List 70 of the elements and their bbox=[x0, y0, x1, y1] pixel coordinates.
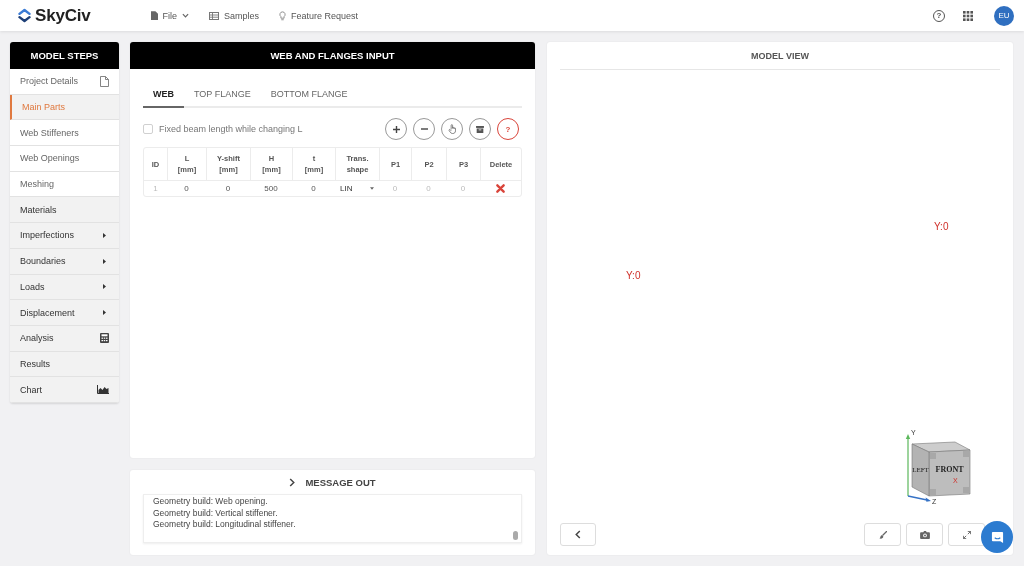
table-cell-text: 1 bbox=[152, 183, 159, 195]
archive-button[interactable] bbox=[469, 118, 491, 140]
area-chart-icon bbox=[97, 385, 109, 395]
y-axis-arrow bbox=[905, 434, 911, 497]
sidebar-item[interactable]: Project Details bbox=[10, 69, 119, 95]
view-cube-drawing[interactable] bbox=[911, 441, 971, 497]
sidebar-item[interactable]: Imperfections bbox=[10, 223, 119, 249]
tab[interactable]: BOTTOM FLANGE bbox=[260, 83, 358, 108]
minus-icon bbox=[420, 128, 428, 130]
caret-icon bbox=[370, 187, 374, 190]
sidebar-item[interactable]: Loads bbox=[10, 274, 119, 301]
log-line: Geometry build: Vertical stiffener. bbox=[153, 507, 279, 519]
sidebar-item[interactable]: Displacement bbox=[10, 300, 119, 326]
file-menu-button[interactable]: File bbox=[150, 10, 190, 21]
samples-link[interactable]: Samples bbox=[209, 10, 260, 21]
scrollbar-thumb[interactable] bbox=[513, 531, 518, 540]
shape-select[interactable]: LIN bbox=[339, 184, 375, 193]
checkbox-label: Fixed beam length while changing L bbox=[159, 124, 303, 134]
screenshot-button[interactable] bbox=[906, 523, 943, 546]
sidebar-item[interactable]: Meshing bbox=[10, 171, 119, 198]
sidebar-item[interactable]: Web Openings bbox=[10, 146, 119, 172]
chevron-left-icon bbox=[575, 530, 581, 539]
file-icon bbox=[150, 11, 158, 20]
table-icon bbox=[209, 11, 220, 20]
file-icon bbox=[100, 75, 109, 87]
log-line: Geometry build: Web opening. bbox=[153, 496, 269, 508]
sidebar-item[interactable]: Chart bbox=[10, 377, 119, 403]
camera-icon bbox=[919, 530, 930, 539]
tab[interactable]: WEB bbox=[143, 83, 184, 108]
feature-request-link[interactable]: Feature Request bbox=[279, 10, 359, 21]
cube-face-label: FRONT bbox=[935, 465, 964, 474]
delete-icon[interactable] bbox=[496, 184, 505, 193]
logo-text: SkyCiv bbox=[35, 5, 91, 26]
message-toggle[interactable]: MESSAGE OUT bbox=[289, 470, 376, 494]
caret-icon bbox=[182, 13, 190, 18]
brush-icon bbox=[878, 530, 887, 539]
remove-button[interactable] bbox=[413, 118, 435, 140]
sidebar-item[interactable]: Analysis bbox=[10, 325, 119, 352]
select-button[interactable] bbox=[441, 118, 463, 140]
calculator-icon bbox=[100, 333, 109, 344]
table-cell[interactable]: 0 bbox=[206, 181, 250, 196]
panel-title: MODEL VIEW bbox=[560, 42, 1000, 70]
panel-title: WEB AND FLANGES INPUT bbox=[130, 42, 535, 69]
sidebar-item[interactable]: Materials bbox=[10, 197, 119, 224]
chevron-right-icon bbox=[289, 477, 296, 487]
log-line: Geometry build: Longitudinal stiffener. bbox=[153, 519, 297, 531]
coordinate-label: Y:0 bbox=[934, 221, 949, 232]
tab[interactable]: TOP FLANGE bbox=[184, 83, 261, 108]
table-cell[interactable]: 0 bbox=[167, 181, 206, 196]
apps-grid-icon[interactable] bbox=[963, 10, 973, 21]
sidebar-item[interactable]: Results bbox=[10, 351, 119, 378]
logo-icon bbox=[18, 8, 31, 23]
coordinate-label: Y:0 bbox=[626, 270, 641, 281]
table-cell[interactable]: 0 bbox=[292, 181, 335, 196]
z-axis-arrow bbox=[907, 495, 931, 502]
sidebar-title: MODEL STEPS bbox=[10, 42, 119, 69]
checkbox[interactable] bbox=[143, 124, 153, 134]
help-button[interactable]: ? bbox=[497, 118, 519, 140]
lightbulb-icon bbox=[279, 10, 287, 21]
add-button[interactable] bbox=[385, 118, 407, 140]
plus-icon bbox=[392, 125, 400, 133]
hand-pointer-icon bbox=[447, 124, 457, 134]
sidebar-item[interactable]: Web Stiffeners bbox=[10, 120, 119, 147]
fullscreen-button[interactable] bbox=[948, 523, 985, 546]
archive-box-icon bbox=[476, 125, 484, 133]
table-cell[interactable]: 500 bbox=[250, 181, 292, 196]
user-avatar[interactable]: EU bbox=[994, 5, 1014, 26]
chat-icon bbox=[990, 530, 1004, 544]
sidebar-item[interactable]: Boundaries bbox=[10, 248, 119, 275]
expand-icon bbox=[962, 530, 971, 539]
